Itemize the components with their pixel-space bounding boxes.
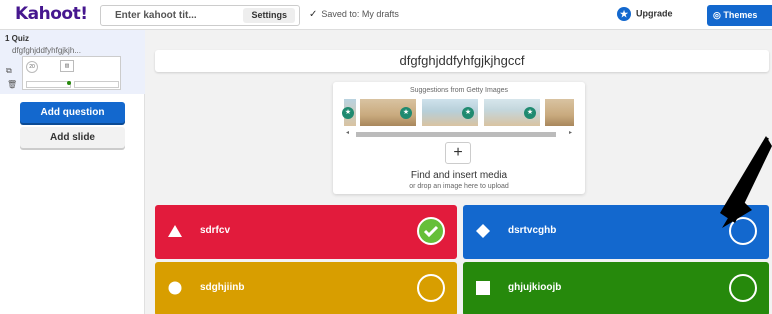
check-icon <box>423 225 439 238</box>
upgrade-button[interactable]: ★ Upgrade <box>617 7 673 21</box>
add-question-button[interactable]: Add question <box>20 102 125 123</box>
slide-card-1[interactable]: 1 Quiz dfgfghjddfyhfgjkjh... ⧉ 🗑 20 ▨ <box>0 30 145 94</box>
media-placeholder-icon: ▨ <box>60 60 74 72</box>
saved-status-text: Saved to: My drafts <box>321 9 399 19</box>
star-icon: ★ <box>342 107 354 119</box>
themes-label: Themes <box>723 10 758 20</box>
title-placeholder: Enter kahoot tit... <box>115 10 197 21</box>
star-icon: ★ <box>617 7 631 21</box>
themes-button[interactable]: ◎ Themes <box>707 5 772 26</box>
question-input[interactable]: dfgfghjddfyhfgjkjhgccf <box>155 50 769 72</box>
palette-icon: ◎ <box>713 10 724 20</box>
correct-answer-toggle[interactable] <box>417 217 445 245</box>
answer-4[interactable]: ghjujkioojb <box>463 262 769 314</box>
find-media-label: Find and insert media <box>410 170 508 181</box>
sidebar: 1 Quiz dfgfghjddfyhfgjkjh... ⧉ 🗑 20 ▨ Ad… <box>0 30 145 314</box>
slide-thumbnail: 20 ▨ <box>22 56 121 90</box>
triangle-icon <box>168 225 182 237</box>
top-bar: Kahoot! Enter kahoot tit... Settings ✓ Sa… <box>0 0 772 30</box>
check-icon: ✓ <box>309 9 318 20</box>
answer-1[interactable]: sdrfcv <box>155 205 457 259</box>
drop-media-hint: or drop an image here to upload <box>409 183 509 190</box>
slide-title: dfgfghjddfyhfgjkjh... <box>12 46 81 55</box>
kahoot-logo[interactable]: Kahoot! <box>15 4 88 24</box>
slide-label: 1 Quiz <box>5 34 30 43</box>
trash-icon[interactable]: 🗑 <box>7 80 17 89</box>
star-icon: ★ <box>524 107 536 119</box>
kahoot-title-input[interactable]: Enter kahoot tit... Settings <box>100 5 300 26</box>
suggestions-title: Suggestions from Getty Images <box>409 87 509 94</box>
timer-icon: 20 <box>26 61 38 73</box>
scroll-thumb[interactable] <box>356 132 556 137</box>
scroll-left-icon[interactable]: ◂ <box>346 129 349 136</box>
add-media-button[interactable]: + <box>445 142 471 164</box>
add-slide-button[interactable]: Add slide <box>20 127 125 148</box>
settings-button[interactable]: Settings <box>243 8 295 23</box>
media-panel: Suggestions from Getty Images ★ ★ ★ ★ ◂ … <box>333 82 585 194</box>
image-suggestions: ★ ★ ★ ★ <box>342 99 574 126</box>
saved-status: ✓ Saved to: My drafts <box>309 9 399 20</box>
thumb-answer <box>74 81 119 88</box>
answer-text: dsrtvcghb <box>508 225 557 236</box>
answer-text: sdrfcv <box>200 225 231 236</box>
correct-dot <box>67 81 71 85</box>
star-icon: ★ <box>462 107 474 119</box>
star-icon: ★ <box>400 107 412 119</box>
square-icon <box>476 281 490 295</box>
image-scrollbar[interactable]: ◂ ▸ <box>344 129 574 137</box>
suggestion-image[interactable] <box>545 99 574 126</box>
annotation-arrow-icon <box>720 136 772 228</box>
circle-icon <box>168 281 182 295</box>
answer-text: ghjujkioojb <box>508 282 562 293</box>
thumb-answer <box>26 81 71 88</box>
answer-3[interactable]: sdghjiinb <box>155 262 457 314</box>
correct-answer-toggle[interactable] <box>729 274 757 302</box>
duplicate-icon[interactable]: ⧉ <box>6 66 12 76</box>
upgrade-label: Upgrade <box>636 8 673 19</box>
scroll-right-icon[interactable]: ▸ <box>569 129 572 136</box>
correct-answer-toggle[interactable] <box>417 274 445 302</box>
answer-text: sdghjiinb <box>200 282 245 293</box>
diamond-icon <box>476 224 490 238</box>
